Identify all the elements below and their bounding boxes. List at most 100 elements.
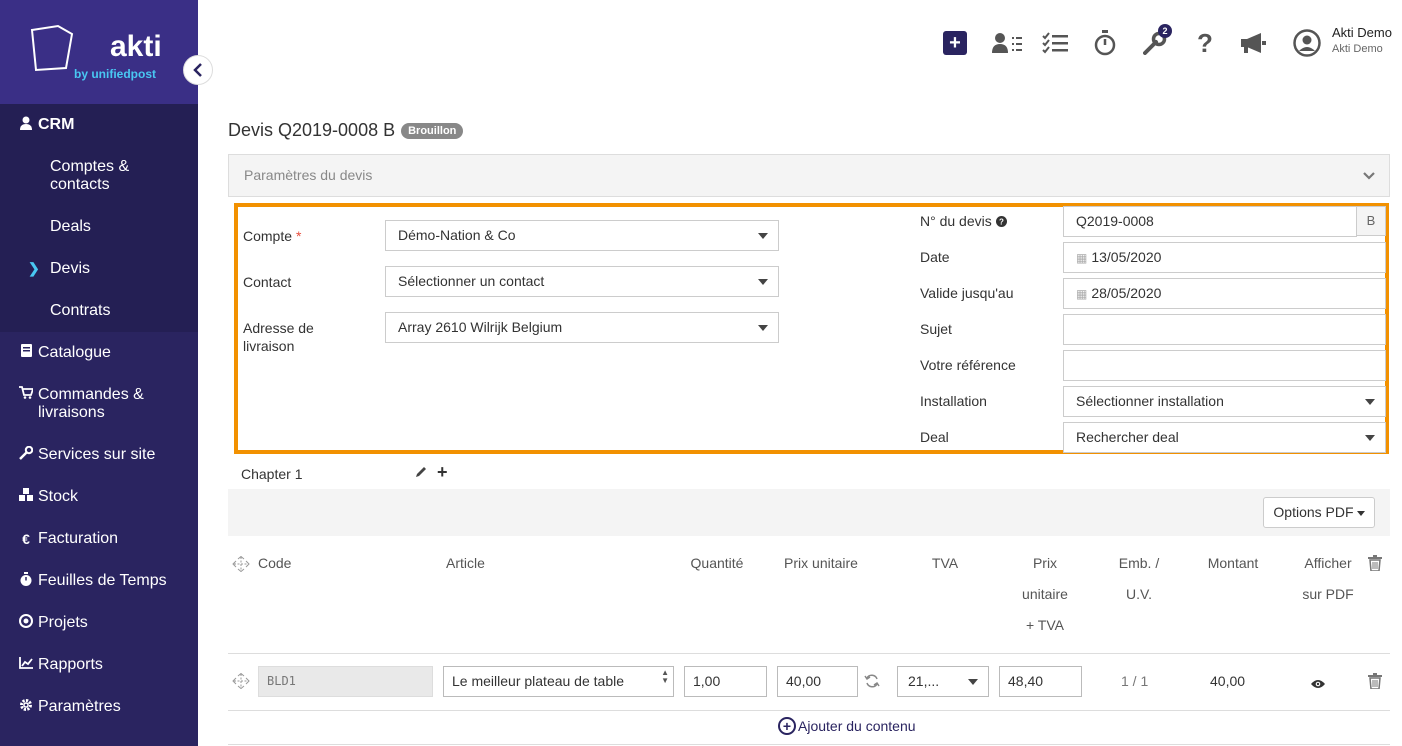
chevron-left-icon (193, 63, 202, 77)
logo-area: akti by unifiedpost (0, 0, 198, 104)
stopwatch-icon (1094, 30, 1116, 56)
user-name[interactable]: Akti Demo (1332, 25, 1392, 40)
row-article-input[interactable]: Le meilleur plateau de table ▲ ▼ (443, 666, 674, 697)
chapter-toolbar (228, 489, 1390, 536)
stopwatch-icon (16, 572, 36, 591)
notification-badge: 2 (1158, 24, 1172, 38)
row-quantite-input[interactable]: 1,00 (684, 666, 767, 697)
valide-label: Valide jusqu'au (920, 285, 1014, 301)
tasks-button[interactable] (1040, 28, 1070, 58)
add-button[interactable]: + (940, 28, 970, 58)
sidebar-item-catalogue[interactable]: Catalogue (0, 344, 198, 362)
sidebar-item-stock[interactable]: Stock (0, 488, 198, 506)
adresse-select[interactable]: Array 2610 Wilrijk Belgium (385, 312, 779, 343)
caret-down-icon (1365, 435, 1375, 441)
col-article: Article (446, 555, 485, 571)
compte-select[interactable]: Démo-Nation & Co (385, 220, 779, 251)
sidebar-subitem-deals[interactable]: Deals (50, 218, 91, 236)
numero-input[interactable]: Q2019-0008 (1063, 206, 1357, 237)
sidebar-item-facturation[interactable]: € Facturation (0, 530, 198, 548)
plus-icon: + (943, 31, 967, 55)
installation-label: Installation (920, 393, 987, 409)
caret-down-icon (758, 325, 768, 331)
contacts-list-button[interactable] (992, 28, 1022, 58)
sidebar-item-services[interactable]: Services sur site (0, 445, 198, 465)
services-button[interactable]: 2 (1140, 24, 1172, 58)
row-prix-input[interactable]: 40,00 (777, 666, 858, 697)
sidebar-item-commandes[interactable]: Commandes & livraisons (0, 386, 198, 422)
sidebar-item-parametres[interactable]: Paramètres (0, 698, 198, 717)
add-content-button[interactable]: + Ajouter du contenu (778, 717, 916, 735)
required-mark: * (296, 228, 302, 244)
trash-all-icon[interactable] (1368, 555, 1382, 574)
deal-label: Deal (920, 429, 949, 445)
contact-select-value: Sélectionner un contact (398, 273, 545, 289)
row-code: BLD1 (258, 666, 433, 697)
deal-select-value: Rechercher deal (1076, 429, 1179, 445)
user-circle-icon (1293, 29, 1321, 57)
installation-select-value: Sélectionner installation (1076, 393, 1224, 409)
row-tva-select[interactable]: 21,... (897, 666, 989, 697)
question-circle-icon[interactable]: ? (995, 216, 1007, 227)
pdf-options-button[interactable]: Options PDF (1263, 497, 1375, 528)
panel-header-label: Paramètres du devis (244, 167, 373, 183)
valide-input[interactable]: ▦ 28/05/2020 (1063, 278, 1386, 309)
caret-down-icon (758, 279, 768, 285)
sidebar-item-label: Commandes & livraisons (38, 386, 144, 421)
col-emb: Emb. / U.V. (1118, 555, 1160, 602)
drag-handle-icon[interactable] (232, 672, 250, 692)
euro-icon: € (22, 531, 30, 547)
timer-button[interactable] (1090, 28, 1120, 58)
sidebar-item-projets[interactable]: Projets (0, 614, 198, 633)
row-prix-tva-input[interactable]: 48,40 (999, 666, 1082, 697)
sidebar-item-feuilles[interactable]: Feuilles de Temps (0, 572, 198, 591)
page-title: Devis Q2019-0008 B Brouillon (228, 120, 464, 141)
installation-select[interactable]: Sélectionner installation (1063, 386, 1386, 417)
announcements-button[interactable] (1238, 28, 1268, 58)
row-montant: 40,00 (1210, 673, 1246, 689)
add-line-icon[interactable]: + (437, 463, 448, 481)
collapse-sidebar-button[interactable] (183, 55, 213, 85)
user-menu-button[interactable] (1292, 28, 1322, 58)
wrench-icon (16, 445, 36, 465)
spinner-icon: ▲ ▼ (661, 668, 669, 685)
calendar-icon: ▦ (1076, 251, 1088, 265)
reference-input[interactable] (1063, 350, 1386, 381)
sidebar-subitem-devis[interactable]: Devis (50, 260, 90, 278)
caret-down-icon (968, 679, 978, 685)
col-afficher: Afficher sur PDF (1302, 555, 1354, 602)
col-montant: Montant (1207, 555, 1259, 571)
target-icon (16, 614, 36, 633)
chapter-name: Chapter 1 (241, 466, 303, 482)
sidebar-item-label: Stock (38, 488, 79, 505)
refresh-icon[interactable] (864, 673, 880, 692)
sidebar-item-label: Services sur site (38, 446, 156, 463)
quote-params-header[interactable]: Paramètres du devis (228, 154, 1390, 197)
adresse-select-value: Array 2610 Wilrijk Belgium (398, 319, 563, 335)
date-input[interactable]: ▦ 13/05/2020 (1063, 242, 1386, 273)
deal-select[interactable]: Rechercher deal (1063, 422, 1386, 453)
sidebar-item-crm[interactable]: CRM (0, 116, 198, 135)
compte-select-value: Démo-Nation & Co (398, 227, 516, 243)
contact-select[interactable]: Sélectionner un contact (385, 266, 779, 297)
sidebar-subitem-comptes[interactable]: Comptes & contacts (50, 158, 170, 194)
help-button[interactable]: ? (1190, 28, 1220, 58)
contact-label: Contact (243, 274, 292, 290)
pencil-icon[interactable] (414, 465, 428, 482)
numero-label: N° du devis ? (920, 212, 1007, 230)
sidebar-item-label: CRM (38, 116, 75, 133)
sidebar: akti by unifiedpost CRM Comptes & contac… (0, 0, 198, 746)
book-icon (16, 344, 36, 362)
numero-suffix: B (1356, 206, 1386, 236)
question-icon: ? (1197, 27, 1213, 58)
sidebar-item-rapports[interactable]: Rapports (0, 656, 198, 674)
sidebar-subitem-contrats[interactable]: Contrats (50, 302, 110, 320)
trash-icon[interactable] (1368, 673, 1382, 692)
user-icon (16, 116, 36, 135)
row-separator (228, 653, 1390, 654)
col-prix-tva: Prix unitaire + TVA (1022, 555, 1068, 633)
eye-icon[interactable] (1311, 676, 1325, 692)
sidebar-item-label: Feuilles de Temps (38, 572, 167, 589)
caret-down-icon (1365, 399, 1375, 405)
sujet-input[interactable] (1063, 314, 1386, 345)
